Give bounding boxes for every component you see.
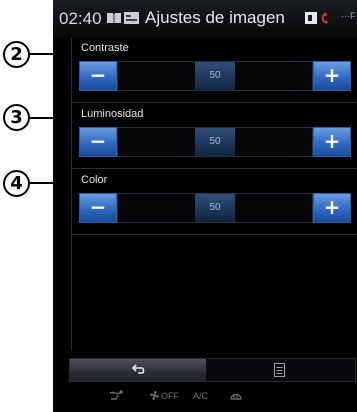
brightness-slider: − 50 + bbox=[79, 127, 351, 157]
brightness-track[interactable]: 50 bbox=[117, 127, 313, 157]
setting-label: Color bbox=[81, 174, 108, 186]
setting-label: Luminosidad bbox=[81, 108, 144, 120]
brightness-thumb[interactable]: 50 bbox=[195, 128, 235, 156]
clock: 02:40 bbox=[59, 9, 102, 28]
color-track[interactable]: 50 bbox=[117, 193, 313, 223]
brightness-value: 50 bbox=[209, 136, 221, 147]
contrast-decrease-button[interactable]: − bbox=[79, 61, 117, 91]
setting-color: Color − 50 + bbox=[71, 170, 357, 235]
color-slider: − 50 + bbox=[79, 193, 351, 223]
ac-label[interactable]: A/C bbox=[193, 391, 208, 401]
brightness-decrease-button[interactable]: − bbox=[79, 127, 117, 157]
color-increase-button[interactable]: + bbox=[313, 193, 351, 223]
display-screen: 02:40 Ajustes de imagen ···F Contraste −… bbox=[53, 0, 357, 412]
color-thumb[interactable]: 50 bbox=[195, 194, 235, 222]
page-title: Ajustes de imagen bbox=[145, 8, 285, 27]
color-value: 50 bbox=[209, 202, 221, 213]
callout-2: 2 bbox=[3, 41, 30, 68]
status-bar: 02:40 Ajustes de imagen ···F bbox=[53, 0, 357, 38]
menu-list-icon bbox=[274, 363, 285, 377]
phone-card-icon[interactable] bbox=[305, 11, 317, 25]
back-arrow-icon bbox=[132, 364, 145, 374]
setting-brightness: Luminosidad − 50 + bbox=[71, 104, 357, 169]
contrast-thumb[interactable]: 50 bbox=[195, 62, 235, 90]
color-decrease-button[interactable]: − bbox=[79, 193, 117, 223]
back-button[interactable] bbox=[70, 359, 206, 381]
climate-bar: OFF A/C bbox=[53, 383, 357, 412]
callout-4: 4 bbox=[3, 170, 30, 197]
signal-indicator: ···F bbox=[341, 11, 356, 21]
bottom-nav bbox=[69, 358, 356, 382]
setting-contrast: Contraste − 50 + bbox=[71, 38, 357, 103]
screen-settings-icon bbox=[124, 12, 139, 24]
callout-3: 3 bbox=[3, 104, 30, 131]
fan-off-label[interactable]: OFF bbox=[161, 391, 179, 401]
book-icon bbox=[107, 13, 121, 23]
contrast-track[interactable]: 50 bbox=[117, 61, 313, 91]
seat-airflow-icon[interactable] bbox=[108, 389, 126, 403]
menu-button[interactable] bbox=[206, 359, 355, 381]
contrast-value: 50 bbox=[209, 70, 221, 81]
contrast-slider: − 50 + bbox=[79, 61, 351, 91]
brightness-increase-button[interactable]: + bbox=[313, 127, 351, 157]
setting-label: Contraste bbox=[81, 42, 129, 54]
defrost-icon[interactable] bbox=[229, 389, 243, 403]
fan-icon[interactable] bbox=[149, 390, 160, 401]
phone-call-icon[interactable] bbox=[320, 11, 330, 25]
contrast-increase-button[interactable]: + bbox=[313, 61, 351, 91]
